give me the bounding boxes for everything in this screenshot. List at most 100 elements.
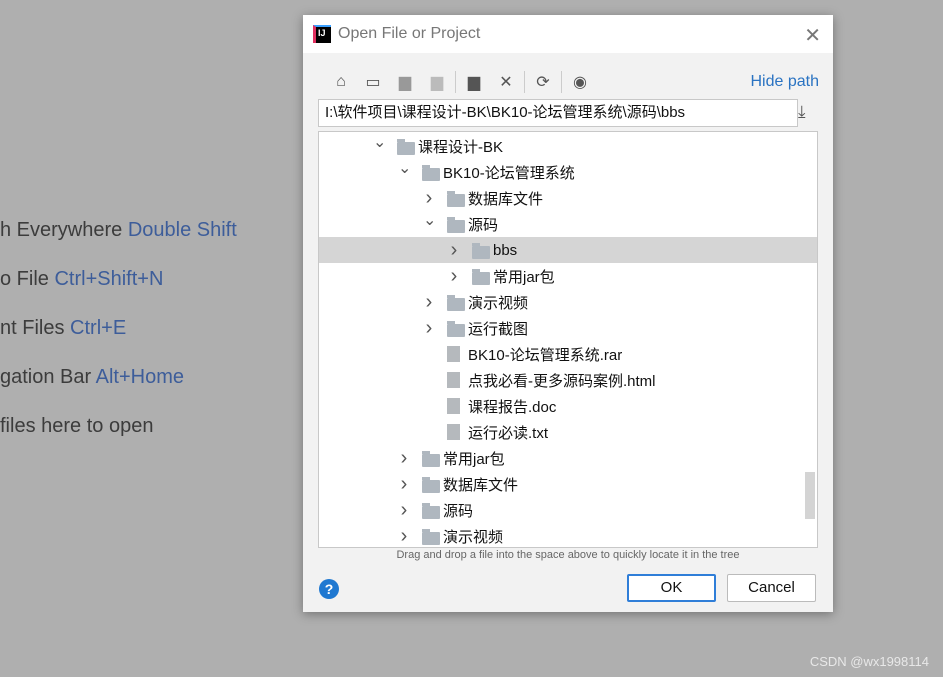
tree-row[interactable]: › 源码 bbox=[319, 497, 817, 523]
file-icon bbox=[447, 346, 460, 362]
chevron-right-icon[interactable]: › bbox=[423, 187, 435, 210]
tree-row[interactable]: 点我必看-更多源码案例.html bbox=[319, 367, 817, 393]
hint-text: o File bbox=[0, 268, 55, 290]
tree-row[interactable]: 运行必读.txt bbox=[319, 419, 817, 445]
chevron-right-icon[interactable]: › bbox=[448, 239, 460, 262]
folder-icon bbox=[447, 217, 465, 233]
divider bbox=[455, 71, 456, 93]
module-folder-icon[interactable]: ▆ bbox=[421, 72, 453, 92]
folder-icon bbox=[397, 139, 415, 155]
project-folder-icon[interactable]: ▆ bbox=[389, 72, 421, 92]
show-hidden-icon[interactable]: ◉ bbox=[564, 72, 596, 92]
tree-item-label: bbs bbox=[493, 241, 518, 259]
welcome-hint: gation Bar Alt+Home bbox=[0, 366, 184, 389]
welcome-hint: h Everywhere Double Shift bbox=[0, 219, 237, 242]
hint-shortcut: Ctrl+Shift+N bbox=[54, 268, 164, 290]
tree-item-label: 常用jar包 bbox=[443, 450, 505, 468]
chevron-right-icon[interactable]: › bbox=[398, 525, 410, 548]
chevron-right-icon[interactable]: › bbox=[448, 265, 460, 288]
hide-path-link[interactable]: Hide path bbox=[751, 73, 820, 91]
tree-item-label: 数据库文件 bbox=[468, 190, 544, 208]
tree-row[interactable]: 课程报告.doc bbox=[319, 393, 817, 419]
folder-icon bbox=[422, 451, 440, 467]
tree-row[interactable]: › 常用jar包 bbox=[319, 445, 817, 471]
chevron-right-icon[interactable]: › bbox=[398, 499, 410, 522]
hint-shortcut: Alt+Home bbox=[95, 366, 184, 388]
tree-item-label: 数据库文件 bbox=[443, 476, 519, 494]
tree-row[interactable]: › bbs bbox=[319, 237, 817, 263]
tree-item-label: 课程报告.doc bbox=[468, 398, 557, 416]
tree-row[interactable]: BK10-论坛管理系统.rar bbox=[319, 341, 817, 367]
folder-icon bbox=[472, 243, 490, 259]
dialog-title: Open File or Project bbox=[338, 25, 481, 42]
download-icon[interactable]: ⤓ bbox=[798, 102, 806, 122]
desktop-icon[interactable]: ▭ bbox=[357, 72, 389, 92]
tree-row[interactable]: ⌄ 课程设计-BK bbox=[319, 133, 817, 159]
divider bbox=[524, 71, 525, 93]
tree-row[interactable]: › 常用jar包 bbox=[319, 263, 817, 289]
help-icon[interactable]: ? bbox=[319, 579, 339, 599]
ok-button[interactable]: OK bbox=[627, 574, 716, 602]
tree-item-label: BK10-论坛管理系统.rar bbox=[468, 346, 623, 364]
new-folder-icon[interactable]: ▆ bbox=[458, 72, 490, 92]
tree-row[interactable]: › 运行截图 bbox=[319, 315, 817, 341]
hint-text: files here to open bbox=[0, 415, 154, 437]
cancel-button[interactable]: Cancel bbox=[727, 574, 816, 602]
chevron-right-icon[interactable]: › bbox=[423, 317, 435, 340]
folder-icon bbox=[422, 529, 440, 545]
hint-text: gation Bar bbox=[0, 366, 96, 388]
tree-item-label: 演示视频 bbox=[468, 294, 529, 312]
tree-row[interactable]: ⌄ BK10-论坛管理系统 bbox=[319, 159, 817, 185]
intellij-logo-icon: IJ bbox=[313, 25, 331, 43]
folder-icon bbox=[447, 295, 465, 311]
folder-icon bbox=[422, 165, 440, 181]
folder-icon bbox=[422, 477, 440, 493]
tree-item-label: 源码 bbox=[443, 502, 474, 520]
home-icon[interactable]: ⌂ bbox=[325, 73, 357, 91]
drag-hint: Drag and drop a file into the space abov… bbox=[396, 549, 740, 561]
chevron-down-icon[interactable]: ⌄ bbox=[423, 210, 436, 230]
delete-icon[interactable]: ✕ bbox=[490, 72, 522, 92]
tree-item-label: 运行必读.txt bbox=[468, 424, 549, 442]
hint-shortcut: Double Shift bbox=[127, 219, 237, 241]
tree-row[interactable]: › 数据库文件 bbox=[319, 471, 817, 497]
welcome-hint: nt Files Ctrl+E bbox=[0, 317, 126, 340]
tree-item-label: 点我必看-更多源码案例.html bbox=[468, 372, 656, 390]
chevron-down-icon[interactable]: ⌄ bbox=[373, 132, 386, 152]
tree-row[interactable]: › 数据库文件 bbox=[319, 185, 817, 211]
chevron-right-icon[interactable]: › bbox=[398, 447, 410, 470]
hint-text: nt Files bbox=[0, 317, 71, 339]
hint-shortcut: Ctrl+E bbox=[70, 317, 127, 339]
chevron-down-icon[interactable]: ⌄ bbox=[398, 158, 411, 178]
tree-item-label: 源码 bbox=[468, 216, 499, 234]
open-file-dialog: IJ Open File or Project ✕ ⌂ ▭ ▆ ▆ ▆ ✕ ⟳ … bbox=[303, 15, 833, 612]
tree-row[interactable]: ⌄ 源码 bbox=[319, 211, 817, 237]
welcome-hint: o File Ctrl+Shift+N bbox=[0, 268, 163, 291]
folder-icon bbox=[447, 321, 465, 337]
folder-icon bbox=[422, 503, 440, 519]
toolbar: ⌂ ▭ ▆ ▆ ▆ ✕ ⟳ ◉ Hide path bbox=[325, 69, 819, 95]
close-icon[interactable]: ✕ bbox=[804, 23, 821, 48]
tree-item-label: BK10-论坛管理系统 bbox=[443, 164, 575, 182]
refresh-icon[interactable]: ⟳ bbox=[527, 72, 559, 92]
file-icon bbox=[447, 398, 460, 414]
path-input[interactable]: I:\软件项目\课程设计-BK\BK10-论坛管理系统\源码\bbs bbox=[318, 99, 798, 127]
folder-icon bbox=[472, 269, 490, 285]
tree-item-label: 运行截图 bbox=[468, 320, 529, 338]
chevron-right-icon[interactable]: › bbox=[423, 291, 435, 314]
hint-text: h Everywhere bbox=[0, 219, 128, 241]
file-tree[interactable]: ⌄ 课程设计-BK ⌄ BK10-论坛管理系统 › 数据库文件 ⌄ 源码 › bbs › 常用jar包… bbox=[318, 131, 818, 548]
divider bbox=[561, 71, 562, 93]
title-bar: IJ Open File or Project ✕ bbox=[303, 15, 833, 53]
folder-icon bbox=[447, 191, 465, 207]
tree-item-label: 常用jar包 bbox=[493, 268, 555, 286]
file-icon bbox=[447, 372, 460, 388]
chevron-right-icon[interactable]: › bbox=[398, 473, 410, 496]
tree-item-label: 演示视频 bbox=[443, 528, 504, 546]
file-icon bbox=[447, 424, 460, 440]
watermark: CSDN @wx1998114 bbox=[809, 654, 929, 669]
tree-item-label: 课程设计-BK bbox=[418, 138, 504, 156]
tree-row[interactable]: › 演示视频 bbox=[319, 523, 817, 548]
welcome-hint: files here to open bbox=[0, 415, 153, 438]
tree-row[interactable]: › 演示视频 bbox=[319, 289, 817, 315]
